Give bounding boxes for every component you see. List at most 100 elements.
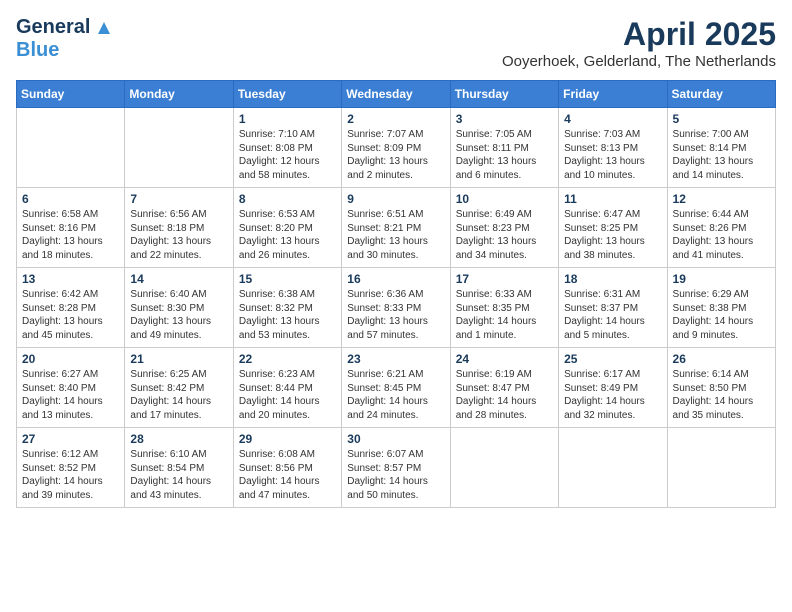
logo-triangle-icon bbox=[92, 16, 114, 38]
day-cell: 24 Sunrise: 6:19 AM Sunset: 8:47 PM Dayli… bbox=[450, 348, 558, 428]
day-cell: 17 Sunrise: 6:33 AM Sunset: 8:35 PM Dayli… bbox=[450, 268, 558, 348]
day-cell: 4 Sunrise: 7:03 AM Sunset: 8:13 PM Daylig… bbox=[559, 108, 667, 188]
day-number: 3 bbox=[456, 112, 553, 126]
day-number: 24 bbox=[456, 352, 553, 366]
week-row-1: 1Sunrise: 7:10 AM Sunset: 8:08 PM Daylig… bbox=[17, 108, 776, 188]
day-info: Sunrise: 6:27 AM Sunset: 8:40 PM Dayligh… bbox=[22, 368, 119, 422]
day-info: Sunrise: 6:23 AM Sunset: 8:44 PM Dayligh… bbox=[239, 368, 336, 422]
day-cell: 3 Sunrise: 7:05 AM Sunset: 8:11 PM Daylig… bbox=[450, 108, 558, 188]
day-info: Sunrise: 6:25 AM Sunset: 8:42 PM Dayligh… bbox=[130, 368, 227, 422]
day-info: Sunrise: 6:31 AM Sunset: 8:37 PM Dayligh… bbox=[564, 288, 661, 342]
day-info: Sunrise: 6:10 AM Sunset: 8:54 PM Dayligh… bbox=[130, 448, 227, 502]
day-cell: 26 Sunrise: 6:14 AM Sunset: 8:50 PM Dayli… bbox=[667, 348, 775, 428]
day-number: 6 bbox=[22, 192, 119, 206]
title-area: April 2025 Ooyerhoek, Gelderland, The Ne… bbox=[502, 16, 776, 70]
day-cell: 8Sunrise: 6:53 AM Sunset: 8:20 PM Daylig… bbox=[233, 188, 341, 268]
day-number: 26 bbox=[673, 352, 770, 366]
day-cell: 30 Sunrise: 6:07 AM Sunset: 8:57 PM Dayli… bbox=[342, 428, 450, 508]
day-cell: 23 Sunrise: 6:21 AM Sunset: 8:45 PM Dayli… bbox=[342, 348, 450, 428]
header-thursday: Thursday bbox=[450, 81, 558, 108]
day-number: 30 bbox=[347, 432, 444, 446]
day-number: 13 bbox=[22, 272, 119, 286]
day-info: Sunrise: 6:33 AM Sunset: 8:35 PM Dayligh… bbox=[456, 288, 553, 342]
week-row-4: 20 Sunrise: 6:27 AM Sunset: 8:40 PM Dayli… bbox=[17, 348, 776, 428]
week-row-2: 6Sunrise: 6:58 AM Sunset: 8:16 PM Daylig… bbox=[17, 188, 776, 268]
day-number: 23 bbox=[347, 352, 444, 366]
day-info: Sunrise: 6:40 AM Sunset: 8:30 PM Dayligh… bbox=[130, 288, 227, 342]
day-info: Sunrise: 6:47 AM Sunset: 8:25 PM Dayligh… bbox=[564, 208, 661, 262]
day-cell bbox=[667, 428, 775, 508]
day-info: Sunrise: 6:21 AM Sunset: 8:45 PM Dayligh… bbox=[347, 368, 444, 422]
day-number: 1 bbox=[239, 112, 336, 126]
header-monday: Monday bbox=[125, 81, 233, 108]
day-cell: 19Sunrise: 6:29 AM Sunset: 8:38 PM Dayli… bbox=[667, 268, 775, 348]
day-cell: 16Sunrise: 6:36 AM Sunset: 8:33 PM Dayli… bbox=[342, 268, 450, 348]
day-cell bbox=[450, 428, 558, 508]
day-number: 9 bbox=[347, 192, 444, 206]
day-info: Sunrise: 6:07 AM Sunset: 8:57 PM Dayligh… bbox=[347, 448, 444, 502]
header-tuesday: Tuesday bbox=[233, 81, 341, 108]
day-number: 21 bbox=[130, 352, 227, 366]
day-number: 19 bbox=[673, 272, 770, 286]
header-saturday: Saturday bbox=[667, 81, 775, 108]
day-cell: 20 Sunrise: 6:27 AM Sunset: 8:40 PM Dayli… bbox=[17, 348, 125, 428]
day-info: Sunrise: 6:49 AM Sunset: 8:23 PM Dayligh… bbox=[456, 208, 553, 262]
day-number: 10 bbox=[456, 192, 553, 206]
page-header: General Blue April 2025 Ooyerhoek, Gelde… bbox=[16, 16, 776, 70]
day-cell bbox=[125, 108, 233, 188]
day-cell: 21 Sunrise: 6:25 AM Sunset: 8:42 PM Dayli… bbox=[125, 348, 233, 428]
day-cell: 11 Sunrise: 6:47 AM Sunset: 8:25 PM Dayli… bbox=[559, 188, 667, 268]
day-number: 4 bbox=[564, 112, 661, 126]
week-row-5: 27Sunrise: 6:12 AM Sunset: 8:52 PM Dayli… bbox=[17, 428, 776, 508]
day-number: 2 bbox=[347, 112, 444, 126]
day-number: 22 bbox=[239, 352, 336, 366]
day-cell bbox=[559, 428, 667, 508]
day-number: 20 bbox=[22, 352, 119, 366]
day-info: Sunrise: 6:19 AM Sunset: 8:47 PM Dayligh… bbox=[456, 368, 553, 422]
day-cell: 7 Sunrise: 6:56 AM Sunset: 8:18 PM Daylig… bbox=[125, 188, 233, 268]
day-number: 17 bbox=[456, 272, 553, 286]
day-info: Sunrise: 7:03 AM Sunset: 8:13 PM Dayligh… bbox=[564, 128, 661, 182]
day-cell: 13 Sunrise: 6:42 AM Sunset: 8:28 PM Dayli… bbox=[17, 268, 125, 348]
day-info: Sunrise: 7:07 AM Sunset: 8:09 PM Dayligh… bbox=[347, 128, 444, 182]
day-cell: 6Sunrise: 6:58 AM Sunset: 8:16 PM Daylig… bbox=[17, 188, 125, 268]
day-number: 29 bbox=[239, 432, 336, 446]
day-info: Sunrise: 7:05 AM Sunset: 8:11 PM Dayligh… bbox=[456, 128, 553, 182]
day-info: Sunrise: 6:56 AM Sunset: 8:18 PM Dayligh… bbox=[130, 208, 227, 262]
day-cell: 29 Sunrise: 6:08 AM Sunset: 8:56 PM Dayli… bbox=[233, 428, 341, 508]
day-number: 14 bbox=[130, 272, 227, 286]
logo: General Blue bbox=[16, 16, 114, 62]
day-info: Sunrise: 6:44 AM Sunset: 8:26 PM Dayligh… bbox=[673, 208, 770, 262]
day-cell: 9Sunrise: 6:51 AM Sunset: 8:21 PM Daylig… bbox=[342, 188, 450, 268]
day-cell: 2 Sunrise: 7:07 AM Sunset: 8:09 PM Daylig… bbox=[342, 108, 450, 188]
day-number: 11 bbox=[564, 192, 661, 206]
day-info: Sunrise: 6:14 AM Sunset: 8:50 PM Dayligh… bbox=[673, 368, 770, 422]
calendar-table: SundayMondayTuesdayWednesdayThursdayFrid… bbox=[16, 80, 776, 508]
day-number: 28 bbox=[130, 432, 227, 446]
logo-general-text: General bbox=[16, 16, 90, 39]
day-number: 7 bbox=[130, 192, 227, 206]
day-cell: 10 Sunrise: 6:49 AM Sunset: 8:23 PM Dayli… bbox=[450, 188, 558, 268]
day-info: Sunrise: 6:38 AM Sunset: 8:32 PM Dayligh… bbox=[239, 288, 336, 342]
day-info: Sunrise: 6:12 AM Sunset: 8:52 PM Dayligh… bbox=[22, 448, 119, 502]
header-friday: Friday bbox=[559, 81, 667, 108]
location-title: Ooyerhoek, Gelderland, The Netherlands bbox=[502, 53, 776, 70]
day-cell: 27Sunrise: 6:12 AM Sunset: 8:52 PM Dayli… bbox=[17, 428, 125, 508]
month-title: April 2025 bbox=[502, 16, 776, 53]
header-sunday: Sunday bbox=[17, 81, 125, 108]
day-info: Sunrise: 6:17 AM Sunset: 8:49 PM Dayligh… bbox=[564, 368, 661, 422]
day-cell: 28 Sunrise: 6:10 AM Sunset: 8:54 PM Dayli… bbox=[125, 428, 233, 508]
header-wednesday: Wednesday bbox=[342, 81, 450, 108]
day-number: 16 bbox=[347, 272, 444, 286]
day-number: 5 bbox=[673, 112, 770, 126]
day-cell: 14 Sunrise: 6:40 AM Sunset: 8:30 PM Dayli… bbox=[125, 268, 233, 348]
day-number: 25 bbox=[564, 352, 661, 366]
day-cell: 22 Sunrise: 6:23 AM Sunset: 8:44 PM Dayli… bbox=[233, 348, 341, 428]
day-info: Sunrise: 6:08 AM Sunset: 8:56 PM Dayligh… bbox=[239, 448, 336, 502]
logo-blue-text: Blue bbox=[16, 39, 59, 62]
week-row-3: 13 Sunrise: 6:42 AM Sunset: 8:28 PM Dayli… bbox=[17, 268, 776, 348]
day-info: Sunrise: 6:42 AM Sunset: 8:28 PM Dayligh… bbox=[22, 288, 119, 342]
day-cell: 18Sunrise: 6:31 AM Sunset: 8:37 PM Dayli… bbox=[559, 268, 667, 348]
day-cell: 1Sunrise: 7:10 AM Sunset: 8:08 PM Daylig… bbox=[233, 108, 341, 188]
day-number: 12 bbox=[673, 192, 770, 206]
